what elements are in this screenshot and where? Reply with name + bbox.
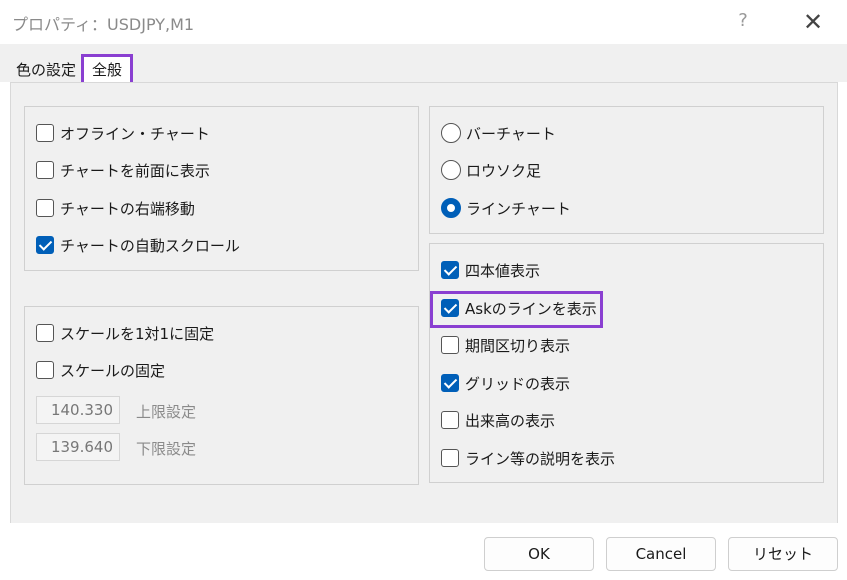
line-chart-radio[interactable] — [441, 198, 461, 218]
grid-checkbox[interactable] — [441, 374, 459, 392]
checkbox-row-scale-1to1[interactable]: スケールを1対1に固定 — [36, 321, 214, 345]
chart-type-group: バーチャート ロウソク足 ラインチャート — [429, 106, 824, 234]
bar-chart-label: バーチャート — [466, 124, 556, 143]
chart-options-group: オフライン・チャート チャートを前面に表示 チャートの右端移動 チャートの自動ス… — [24, 106, 419, 271]
candlestick-label: ロウソク足 — [466, 161, 542, 180]
upper-limit-label: 上限設定 — [136, 403, 197, 421]
checkbox-row-grid[interactable]: グリッドの表示 — [441, 371, 570, 395]
ask-line-highlight — [430, 291, 603, 328]
offline-chart-checkbox[interactable] — [36, 124, 54, 142]
reset-button[interactable]: リセット — [728, 537, 838, 571]
upper-limit-field[interactable]: 140.330 — [36, 396, 120, 424]
help-icon[interactable]: ? — [730, 8, 756, 34]
radio-row-line-chart[interactable]: ラインチャート — [441, 196, 571, 220]
scale-1to1-label: スケールを1対1に固定 — [60, 324, 215, 343]
radio-row-candlestick[interactable]: ロウソク足 — [441, 158, 541, 182]
general-panel: オフライン・チャート チャートを前面に表示 チャートの右端移動 チャートの自動ス… — [10, 82, 838, 524]
scale-1to1-checkbox[interactable] — [36, 324, 54, 342]
scale-fix-checkbox[interactable] — [36, 361, 54, 379]
grid-label: グリッドの表示 — [465, 374, 571, 393]
checkbox-row-chart-shift[interactable]: チャートの右端移動 — [36, 196, 195, 220]
checkbox-row-offline-chart[interactable]: オフライン・チャート — [36, 121, 210, 145]
checkbox-row-volume[interactable]: 出来高の表示 — [441, 408, 555, 432]
chart-shift-checkbox[interactable] — [36, 199, 54, 217]
scale-fix-label: スケールの固定 — [60, 361, 166, 380]
checkbox-row-scale-fix[interactable]: スケールの固定 — [36, 358, 165, 382]
window-title: プロパティ：USDJPY,M1 — [12, 15, 195, 34]
checkbox-row-auto-scroll[interactable]: チャートの自動スクロール — [36, 233, 240, 257]
scale-group: スケールを1対1に固定 スケールの固定 140.330 上限設定 139.640… — [24, 306, 419, 485]
chart-foreground-label: チャートを前面に表示 — [60, 161, 210, 180]
lower-limit-label: 下限設定 — [136, 440, 197, 458]
close-icon[interactable]: ✕ — [798, 7, 828, 37]
period-separators-checkbox[interactable] — [441, 336, 459, 354]
offline-chart-label: オフライン・チャート — [60, 124, 210, 143]
object-descriptions-checkbox[interactable] — [441, 449, 459, 467]
object-descriptions-label: ライン等の説明を表示 — [465, 449, 616, 468]
chart-shift-label: チャートの右端移動 — [60, 199, 195, 218]
chart-foreground-checkbox[interactable] — [36, 161, 54, 179]
period-separators-label: 期間区切り表示 — [465, 336, 571, 355]
bar-chart-radio[interactable] — [441, 123, 461, 143]
ohlc-label: 四本値表示 — [465, 261, 541, 280]
dialog-footer — [0, 523, 847, 580]
ohlc-checkbox[interactable] — [441, 261, 459, 279]
checkbox-row-object-descriptions[interactable]: ライン等の説明を表示 — [441, 446, 615, 470]
line-chart-label: ラインチャート — [466, 199, 571, 218]
candlestick-radio[interactable] — [441, 160, 461, 180]
volume-checkbox[interactable] — [441, 411, 459, 429]
volume-label: 出来高の表示 — [465, 411, 556, 430]
lower-limit-field[interactable]: 139.640 — [36, 433, 120, 461]
cancel-button[interactable]: Cancel — [606, 537, 716, 571]
display-options-group: 四本値表示 Askのラインを表示 期間区切り表示 グリッドの表示 出来高の表示 … — [429, 243, 824, 483]
checkbox-row-ohlc[interactable]: 四本値表示 — [441, 258, 540, 282]
tab-color-settings[interactable]: 色の設定 — [16, 59, 76, 80]
ok-button[interactable]: OK — [484, 537, 594, 571]
auto-scroll-label: チャートの自動スクロール — [60, 236, 240, 255]
checkbox-row-period-separators[interactable]: 期間区切り表示 — [441, 333, 570, 357]
radio-row-bar-chart[interactable]: バーチャート — [441, 121, 556, 145]
auto-scroll-checkbox[interactable] — [36, 236, 54, 254]
title-bar: プロパティ：USDJPY,M1 ? ✕ — [0, 0, 847, 44]
checkbox-row-chart-foreground[interactable]: チャートを前面に表示 — [36, 158, 210, 182]
